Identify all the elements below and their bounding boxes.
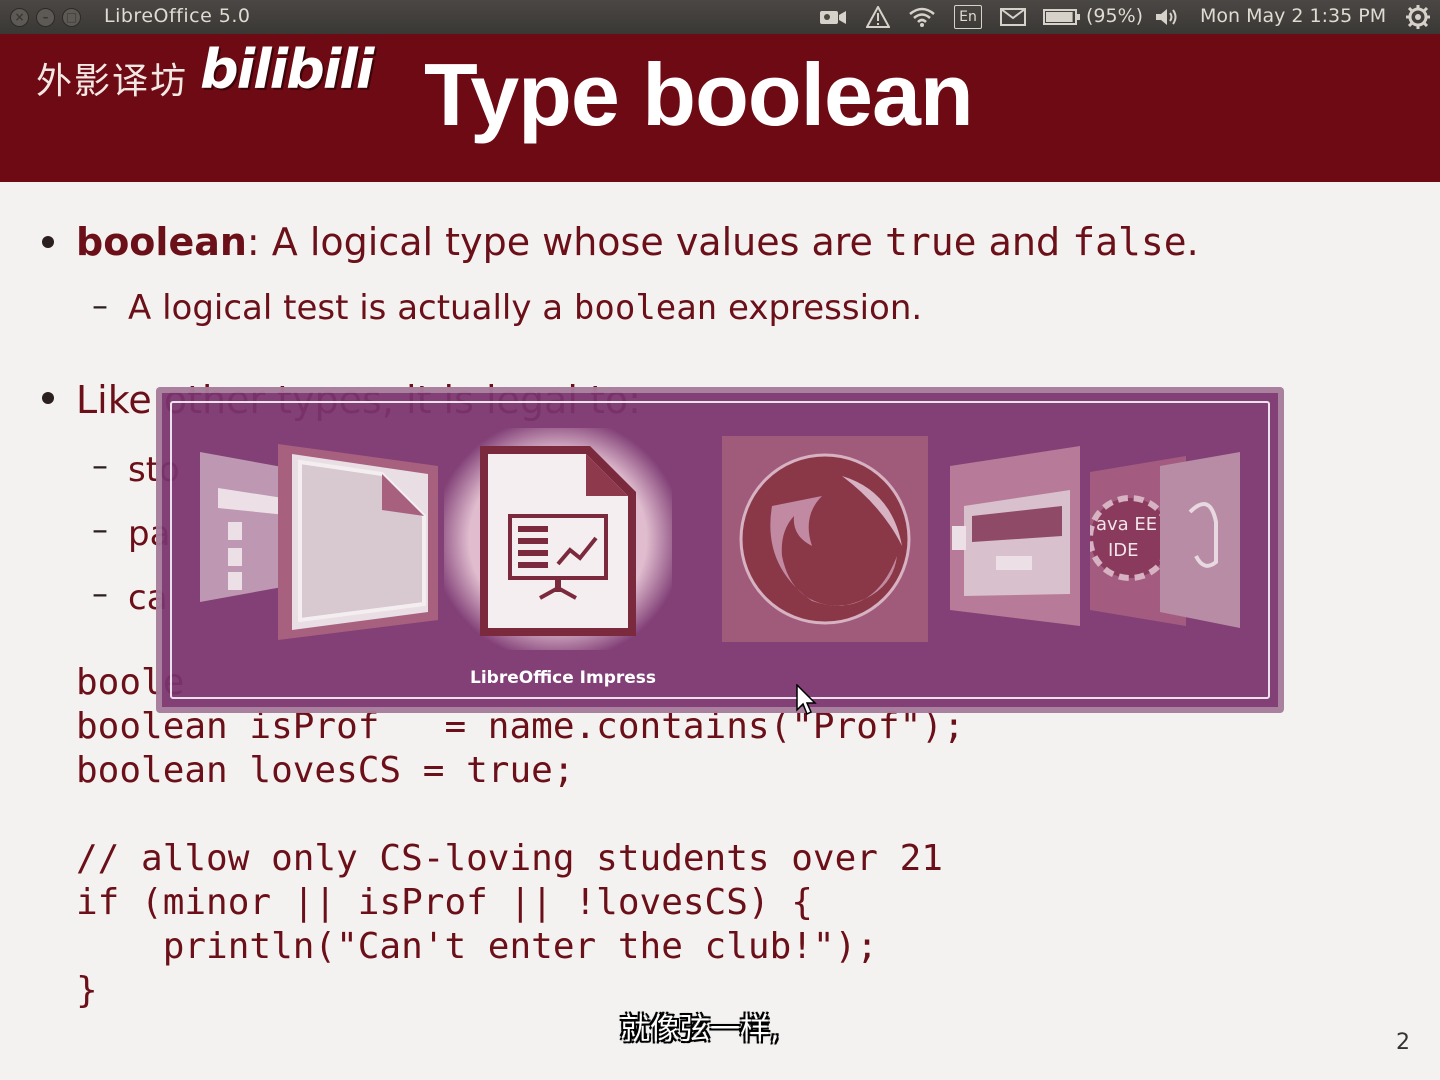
bullet-text: and: [976, 220, 1073, 264]
bullet-text: : A logical type whose values are: [246, 220, 886, 264]
bullet-dot: [42, 392, 54, 404]
maximize-icon[interactable]: □: [62, 8, 81, 27]
app-icon[interactable]: [1160, 452, 1240, 632]
battery-icon[interactable]: [1042, 4, 1082, 30]
mouse-cursor-icon: [796, 683, 818, 720]
keyword-boolean: boolean: [76, 220, 247, 264]
page-number: 2: [1396, 1030, 1410, 1055]
sub-bullet-text: A logical test is actually a: [128, 288, 574, 328]
code-boolean: boolean: [573, 288, 718, 328]
sub-bullet-text: expression.: [717, 288, 923, 328]
svg-text:IDE: IDE: [1108, 540, 1139, 561]
libreoffice-icon[interactable]: [278, 444, 438, 644]
sub-bullet-dash: –: [92, 286, 108, 324]
app-title: LibreOffice 5.0: [104, 5, 251, 27]
code-line: }: [76, 970, 98, 1011]
clock[interactable]: Mon May 2 1:35 PM: [1200, 5, 1386, 27]
libreoffice-impress-icon[interactable]: [480, 446, 636, 640]
code-line: if (minor || isProf || !lovesCS) {: [76, 882, 813, 923]
firefox-icon[interactable]: [722, 436, 928, 646]
top-panel: × – □ LibreOffice 5.0 En (95%) Mon May 2…: [0, 0, 1440, 34]
volume-icon[interactable]: [1152, 4, 1182, 30]
bullet-text: Like: [76, 378, 152, 422]
sub-bullet-logical-test: A logical test is actually a boolean exp…: [128, 288, 922, 328]
warning-icon[interactable]: [864, 4, 892, 30]
sub-bullet-dash: –: [92, 510, 108, 548]
sub-bullet-dash: –: [92, 574, 108, 612]
code-line: boolean lovesCS = true;: [76, 750, 575, 791]
keyboard-language-icon[interactable]: En: [954, 5, 982, 29]
file-cabinet-icon[interactable]: [950, 446, 1080, 630]
code-true: true: [885, 220, 977, 264]
bilibili-logo: bilibili: [200, 38, 374, 101]
code-false: false: [1072, 220, 1187, 264]
slide-title: Type boolean: [424, 45, 974, 144]
code-line: println("Can't enter the club!");: [76, 926, 878, 967]
wifi-icon[interactable]: [906, 4, 938, 30]
selected-app-label: LibreOffice Impress: [470, 668, 657, 688]
battery-percent: (95%): [1086, 5, 1144, 27]
watermark-chinese: 外影译坊: [36, 61, 189, 102]
svg-text:ava EE: ava EE: [1096, 514, 1157, 535]
close-icon[interactable]: ×: [10, 8, 29, 27]
mail-icon[interactable]: [998, 4, 1028, 30]
bullet-text: .: [1186, 220, 1199, 264]
sub-bullet-dash: –: [92, 446, 108, 484]
minimize-icon[interactable]: –: [36, 8, 55, 27]
bullet-boolean-definition: boolean: A logical type whose values are…: [76, 220, 1199, 264]
camera-icon[interactable]: [818, 4, 848, 30]
code-comment: // allow only CS-loving students over 21: [76, 838, 943, 879]
power-icon[interactable]: [1402, 4, 1434, 30]
video-subtitle: 就像弦一样,: [620, 1012, 780, 1047]
bullet-dot: [42, 236, 54, 248]
